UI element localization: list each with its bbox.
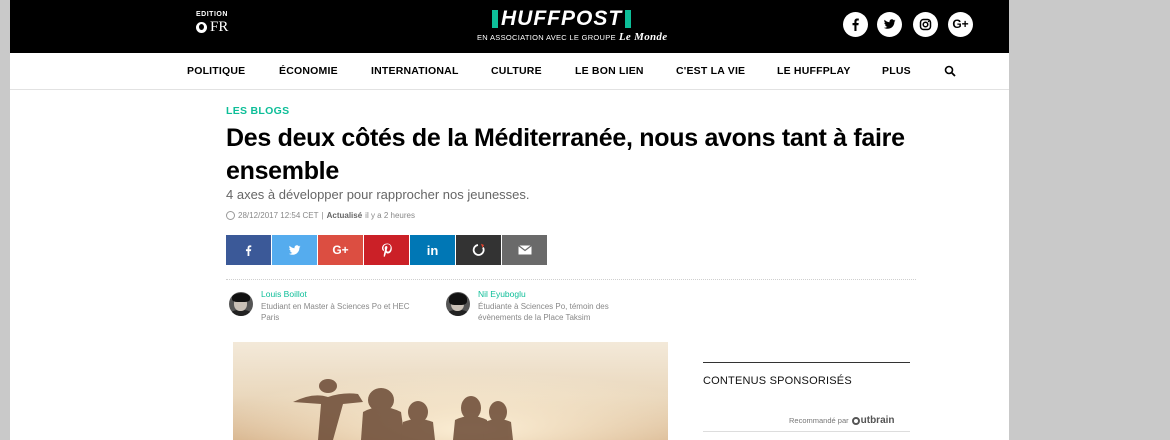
outbrain-logo: utbrain [851, 415, 895, 426]
section-label[interactable]: LES BLOGS [226, 105, 289, 117]
publish-date: 28/12/2017 12:54 CET [238, 211, 319, 220]
divider [226, 279, 916, 280]
email-share-button[interactable] [502, 235, 547, 265]
updated-ago: il y a 2 heures [365, 211, 415, 220]
avatar [229, 292, 253, 316]
search-icon[interactable] [944, 64, 956, 82]
article-meta: 28/12/2017 12:54 CET | Actualisé il y a … [226, 211, 415, 220]
twitter-icon [288, 244, 301, 255]
huffpost-logo[interactable]: HUFFPOST [492, 7, 632, 30]
article-subtitle: 4 axes à développer pour rapprocher nos … [226, 187, 530, 202]
association-line: EN ASSOCIATION AVEC LE GROUPE Le Monde [477, 31, 667, 43]
nav-item-cest-la-vie[interactable]: C'EST LA VIE [676, 65, 745, 77]
edition-label: EDITION [196, 11, 228, 18]
author-bio: Étudiante à Sciences Po, témoin des évèn… [478, 302, 609, 322]
updated-label: Actualisé [326, 211, 363, 220]
circular-arrow-icon [472, 243, 484, 256]
google-plus-icon: G+ [332, 243, 349, 257]
logo-bar-right [625, 10, 632, 28]
edition-value: FR [210, 19, 229, 35]
linkedin-share-button[interactable]: in [410, 235, 455, 265]
outbrain-recommendation[interactable]: Recommandé par utbrain [789, 415, 895, 426]
instagram-icon[interactable] [913, 12, 938, 37]
sponsored-title: CONTENUS SPONSORISÉS [703, 375, 852, 387]
globe-icon [196, 22, 207, 33]
avatar [446, 292, 470, 316]
clock-icon [226, 211, 235, 220]
facebook-icon [245, 244, 252, 256]
author-name[interactable]: Nil Eyuboglu [478, 289, 648, 299]
refresh-share-button[interactable] [456, 235, 501, 265]
pinterest-icon [381, 243, 392, 257]
author-card[interactable]: Louis Boillot Etudiant en Master à Scien… [229, 289, 421, 323]
google-plus-icon[interactable]: G+ [948, 12, 973, 37]
logo-text: HUFFPOST [501, 7, 623, 30]
twitter-icon[interactable] [877, 12, 902, 37]
recommended-label: Recommandé par [789, 416, 849, 425]
author-name[interactable]: Louis Boillot [261, 289, 421, 299]
divider [703, 431, 910, 432]
facebook-share-button[interactable] [226, 235, 271, 265]
article-title: Des deux côtés de la Méditerranée, nous … [226, 124, 905, 185]
nav-item-le-bon-lien[interactable]: LE BON LIEN [575, 65, 644, 77]
top-bar: EDITION FR HUFFPOST EN ASSOCIATION AVEC … [10, 0, 1009, 53]
googleplus-share-button[interactable]: G+ [318, 235, 363, 265]
nav-item-le-huffplay[interactable]: LE HUFFPLAY [777, 65, 851, 77]
outbrain-o-icon [851, 416, 860, 425]
author-card[interactable]: Nil Eyuboglu Étudiante à Sciences Po, té… [446, 289, 648, 323]
outbrain-wordmark: utbrain [860, 415, 895, 426]
logo-bar-left [492, 10, 498, 28]
email-icon [517, 245, 532, 255]
facebook-icon[interactable] [843, 12, 868, 37]
edition-selector[interactable]: EDITION FR [196, 11, 228, 36]
author-bio: Etudiant en Master à Sciences Po et HEC … [261, 302, 410, 322]
nav-item-international[interactable]: INTERNATIONAL [371, 65, 459, 77]
nav-item-plus[interactable]: PLUS [882, 65, 911, 77]
association-text: EN ASSOCIATION AVEC LE GROUPE [477, 33, 616, 42]
sponsored-divider [703, 362, 910, 363]
article-hero-image [233, 342, 668, 440]
nav-item-economie[interactable]: ÉCONOMIE [279, 65, 338, 77]
meta-separator: | [321, 211, 324, 220]
le-monde-logo: Le Monde [618, 31, 668, 43]
page-frame: EDITION FR HUFFPOST EN ASSOCIATION AVEC … [10, 0, 1009, 440]
twitter-share-button[interactable] [272, 235, 317, 265]
linkedin-icon: in [426, 242, 439, 258]
main-nav: POLITIQUE ÉCONOMIE INTERNATIONAL CULTURE… [10, 53, 1009, 90]
nav-item-politique[interactable]: POLITIQUE [187, 65, 245, 77]
pinterest-share-button[interactable] [364, 235, 409, 265]
nav-item-culture[interactable]: CULTURE [491, 65, 542, 77]
